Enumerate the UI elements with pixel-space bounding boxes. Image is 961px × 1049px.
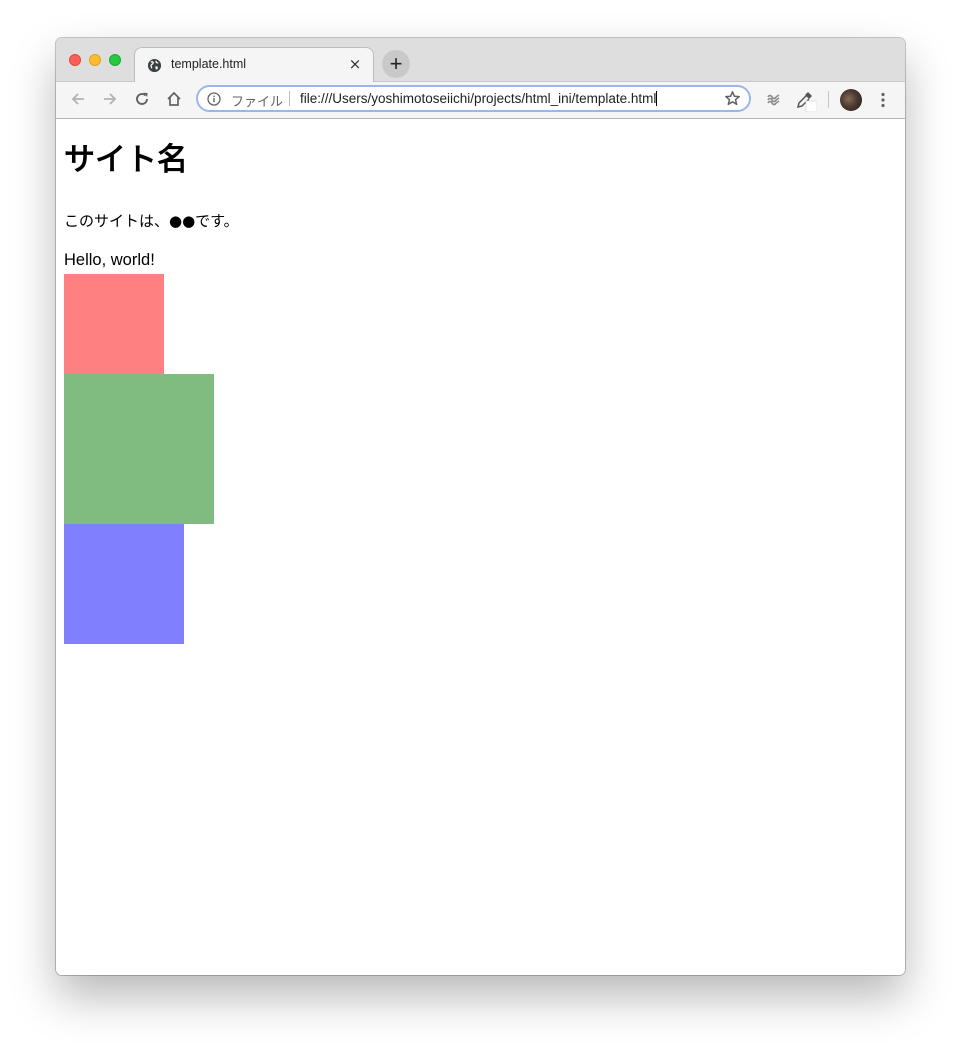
url-text[interactable]: file:///Users/yoshimotoseiichi/projects/… <box>300 91 658 106</box>
window-minimize-button[interactable] <box>89 54 101 66</box>
toolbar: ファイル file:///Users/yoshimotoseiichi/proj… <box>56 82 905 119</box>
address-separator <box>289 91 290 106</box>
tab-title: template.html <box>171 57 247 71</box>
toolbar-divider <box>828 91 829 108</box>
forward-button[interactable] <box>98 88 122 112</box>
page-description: このサイトは、●●です。 <box>64 212 239 230</box>
extension-icon[interactable] <box>762 88 786 112</box>
eyedropper-icon[interactable] <box>793 88 817 112</box>
avatar[interactable] <box>840 89 862 111</box>
page-content: サイト名 このサイトは、●●です。 Hello, world! <box>56 119 905 975</box>
back-icon <box>71 93 84 105</box>
window-maximize-button[interactable] <box>109 54 121 66</box>
back-button[interactable] <box>66 88 90 112</box>
star-icon[interactable] <box>724 90 741 107</box>
new-tab-button[interactable]: + <box>382 50 410 78</box>
address-bar[interactable]: ファイル file:///Users/yoshimotoseiichi/proj… <box>196 85 751 112</box>
tab-strip: template.html × + <box>56 38 905 82</box>
page-title: サイト名 <box>64 142 188 178</box>
reload-icon <box>136 92 148 105</box>
browser-window: template.html × + ファイル file:///Users/yos… <box>56 38 905 975</box>
home-button[interactable] <box>162 88 186 112</box>
home-icon <box>167 91 181 106</box>
green-box <box>64 374 214 524</box>
globe-icon <box>147 58 162 73</box>
url-value: file:///Users/yoshimotoseiichi/projects/… <box>300 91 657 106</box>
text-caret <box>656 91 658 106</box>
red-box <box>64 274 164 374</box>
window-close-button[interactable] <box>69 54 81 66</box>
greeting-text: Hello, world! <box>64 251 155 269</box>
more-menu-icon[interactable] <box>874 91 892 109</box>
info-icon[interactable] <box>207 92 221 106</box>
tab-template[interactable]: template.html × <box>134 47 374 82</box>
scheme-label: ファイル <box>231 95 284 110</box>
forward-icon <box>104 93 117 105</box>
reload-button[interactable] <box>130 88 154 112</box>
blue-box <box>64 524 184 644</box>
tab-close-icon[interactable]: × <box>346 55 364 73</box>
